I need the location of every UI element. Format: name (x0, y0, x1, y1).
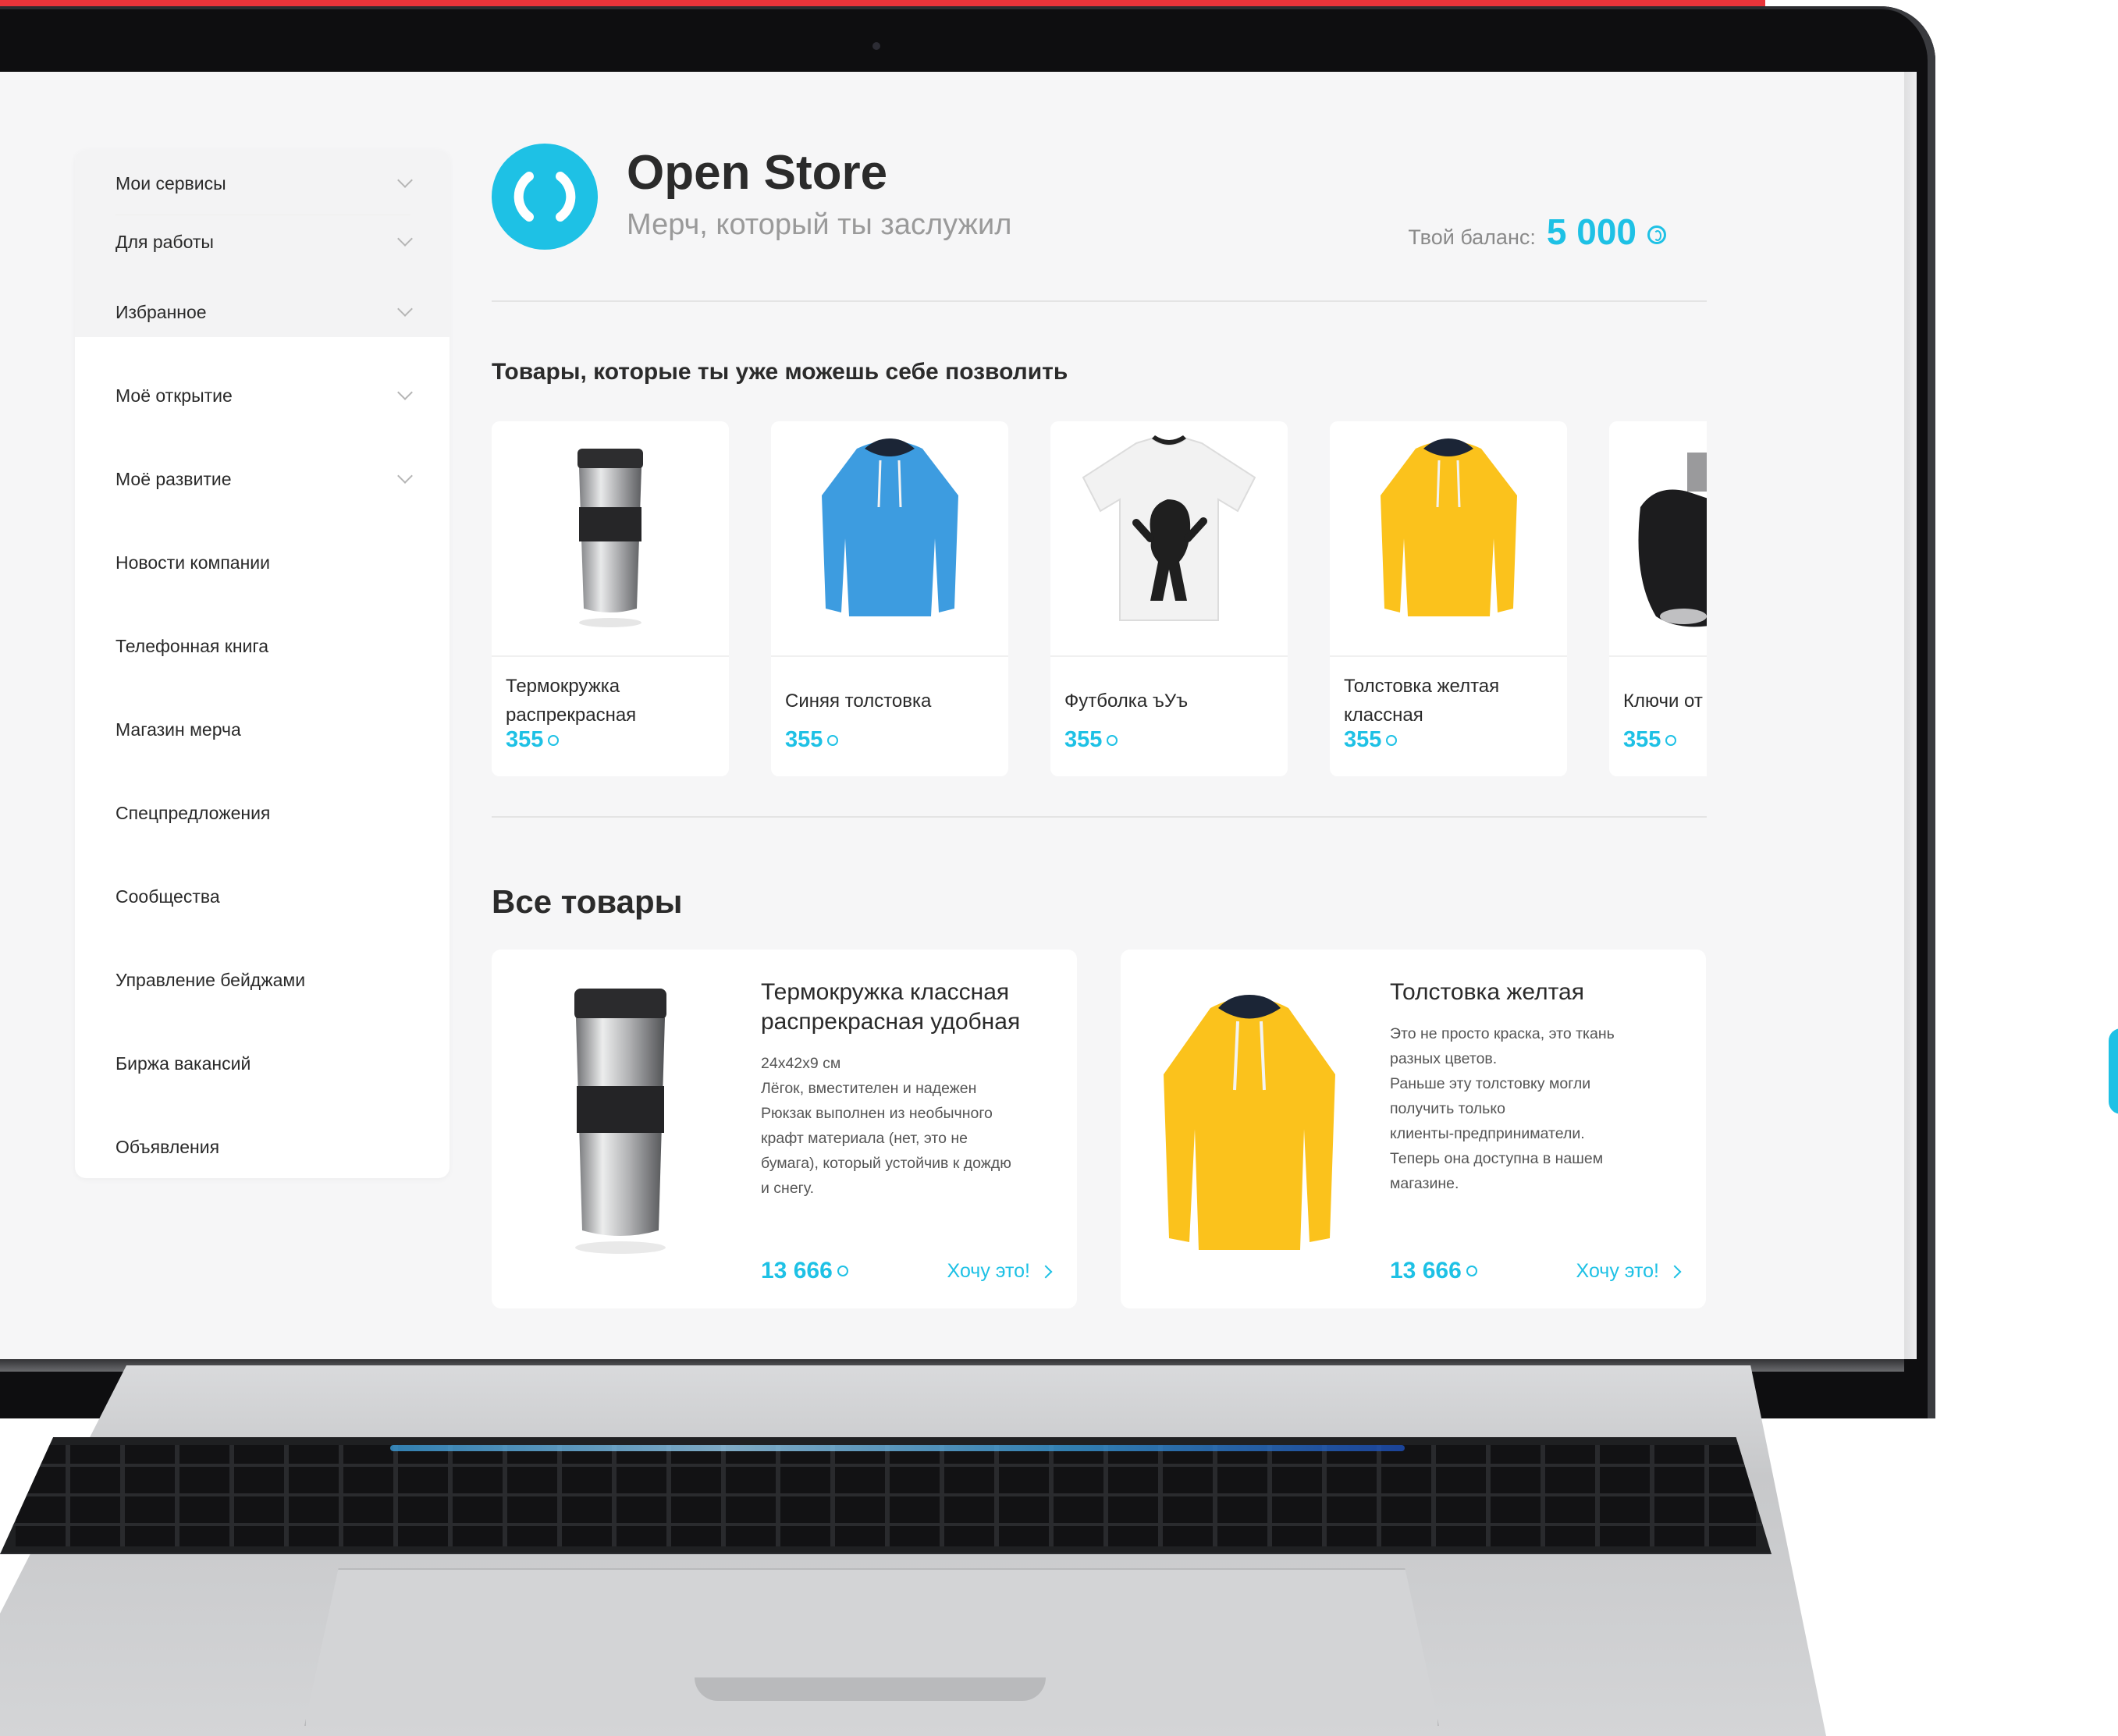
sidebar-item-label: Спецпредложения (115, 802, 271, 823)
product-card[interactable]: Термокружка распрекрасная 355 (492, 421, 729, 776)
product-card[interactable]: Толстовка желтая классная 355 (1330, 421, 1567, 776)
sidebar-item-label: Сообщества (115, 886, 220, 907)
sidebar-item-my-opening[interactable]: Моё открытие (115, 376, 413, 415)
sidebar-item-job-board[interactable]: Биржа вакансий (115, 1044, 410, 1083)
affordable-carousel: Термокружка распрекрасная 355 Синяя толс… (492, 421, 1707, 776)
coin-icon (827, 734, 839, 746)
chevron-right-icon (1039, 1265, 1053, 1278)
sidebar-item-my-services[interactable]: Мои сервисы (115, 164, 413, 203)
coin-icon (1665, 734, 1677, 746)
product-card[interactable]: Синяя толстовка 355 (771, 421, 1008, 776)
chevron-down-icon (397, 231, 413, 247)
decor-blue-shape (2109, 1028, 2118, 1114)
sidebar-item-merch-store[interactable]: Магазин мерча (115, 710, 410, 749)
product-description: 24x42x9 см Лёгок, вместителен и надежен … (761, 1055, 1011, 1197)
product-price: 355 (1344, 727, 1398, 753)
sidebar-item-my-development[interactable]: Моё развитие (115, 460, 413, 499)
sidebar-item-phone-book[interactable]: Телефонная книга (115, 627, 410, 666)
sidebar: Мои сервисы Для работы Избранное Моё отк… (75, 150, 450, 1178)
sidebar-item-label: Для работы (115, 231, 214, 252)
product-name: Футболка ъУъ (1064, 690, 1189, 712)
blue-hoodie-image (771, 421, 1008, 657)
coin-icon (1107, 734, 1118, 746)
logo-icon (514, 172, 576, 222)
balance-value: 5 000 (1546, 211, 1636, 252)
product-detail-card: Термокружка классная распрекрасная удобн… (492, 950, 1077, 1308)
sidebar-item-label: Новости компании (115, 552, 270, 573)
sidebar-item-label: Магазин мерча (115, 719, 241, 740)
thermo-mug-image (492, 421, 729, 657)
chevron-down-icon (397, 468, 413, 484)
sidebar-item-label: Избранное (115, 301, 207, 322)
open-store-logo (492, 144, 598, 250)
app-screen: Мои сервисы Для работы Избранное Моё отк… (0, 72, 1904, 1359)
yellow-hoodie-image (1144, 973, 1355, 1285)
divider (492, 816, 1707, 818)
product-price: 355 (506, 727, 560, 753)
product-description: Это не просто краска, это ткань разных ц… (1390, 1025, 1615, 1192)
product-name: Толстовка желтая классная (1344, 676, 1500, 726)
divider (492, 300, 1707, 302)
section-affordable-heading: Товары, которые ты уже можешь себе позво… (492, 359, 1068, 385)
chevron-down-icon (397, 172, 413, 188)
product-price: 13 666 (761, 1258, 848, 1284)
product-card[interactable]: Футболка ъУъ 355 (1050, 421, 1288, 776)
coin-icon (837, 1266, 848, 1276)
sidebar-item-label: Объявления (115, 1136, 220, 1157)
sidebar-item-favorites[interactable]: Избранное (115, 293, 413, 332)
balance-label: Твой баланс: (1408, 225, 1536, 249)
thermo-mug-image (515, 973, 726, 1285)
product-price: 355 (1623, 727, 1677, 753)
trackpad (304, 1568, 1439, 1726)
want-it-button[interactable]: Хочу это! (1576, 1260, 1682, 1283)
camera-dot (872, 42, 880, 50)
sidebar-item-label: Телефонная книга (115, 635, 269, 656)
product-price: 13 666 (1390, 1258, 1477, 1284)
chevron-down-icon (397, 301, 413, 317)
balance: Твой баланс: 5 000 (1408, 211, 1666, 253)
want-it-button[interactable]: Хочу это! (947, 1260, 1053, 1283)
product-card[interactable]: Ключи от 355 (1609, 421, 1707, 776)
chevron-right-icon (1668, 1265, 1682, 1278)
product-price: 355 (1064, 727, 1118, 753)
yellow-hoodie-image (1330, 421, 1567, 657)
sidebar-item-label: Моё развитие (115, 468, 232, 489)
coin-icon (1647, 225, 1666, 244)
sidebar-item-special-offers[interactable]: Спецпредложения (115, 793, 410, 832)
sidebar-item-company-news[interactable]: Новости компании (115, 543, 410, 582)
laptop-notch (695, 1677, 1046, 1701)
sidebar-item-label: Моё открытие (115, 385, 233, 406)
product-name: Термокружка распрекрасная (506, 676, 637, 726)
section-all-products-heading: Все товары (492, 883, 683, 920)
car-key-image (1609, 421, 1707, 657)
sidebar-item-for-work[interactable]: Для работы (115, 222, 413, 261)
product-title: Толстовка желтая (1390, 979, 1584, 1005)
keyboard (0, 1437, 1772, 1554)
page-title: Open Store (627, 146, 888, 200)
product-price: 355 (785, 727, 839, 753)
chevron-down-icon (397, 385, 413, 400)
sidebar-item-label: Управление бейджами (115, 969, 306, 990)
product-title: Термокружка классная распрекрасная удобн… (761, 979, 1021, 1035)
coin-icon (1466, 1266, 1477, 1276)
sidebar-item-communities[interactable]: Сообщества (115, 877, 410, 916)
sidebar-item-label: Биржа вакансий (115, 1053, 251, 1074)
sidebar-item-badges[interactable]: Управление бейджами (115, 960, 410, 999)
touch-bar (390, 1445, 1405, 1451)
sidebar-item-label: Мои сервисы (115, 172, 226, 193)
coin-icon (1386, 734, 1398, 746)
product-name: Синяя толстовка (785, 690, 932, 712)
coin-icon (548, 734, 560, 746)
sidebar-item-ads[interactable]: Объявления (115, 1127, 410, 1166)
product-detail-card: Толстовка желтая Это не просто краска, э… (1121, 950, 1706, 1308)
page-subtitle: Мерч, который ты заслужил (627, 208, 1012, 241)
tshirt-image (1050, 421, 1288, 657)
product-name: Ключи от (1623, 690, 1703, 712)
